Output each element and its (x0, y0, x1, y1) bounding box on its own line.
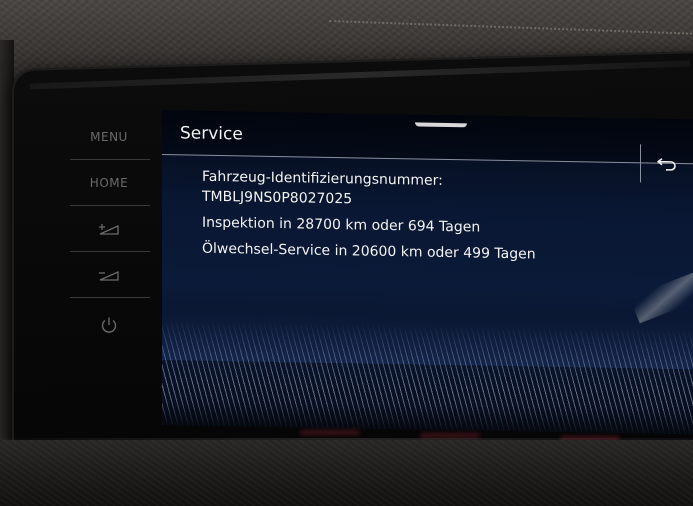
brightness-up-button[interactable] (66, 207, 152, 251)
menu-button[interactable]: MENU (66, 115, 152, 159)
button-divider (70, 159, 150, 160)
car-infotainment-scene: MENU HOME Service Fahrzeug-Identifizieru… (0, 0, 693, 506)
power-icon (101, 317, 117, 333)
brightness-up-icon (99, 224, 119, 235)
screen-header: Service (162, 110, 693, 165)
light-reflection (300, 430, 360, 435)
infotainment-screen: Service Fahrzeug-Identifizierungsnummer:… (162, 110, 693, 435)
menu-button-label: MENU (90, 130, 128, 144)
button-divider (70, 205, 150, 206)
dashboard-trim (0, 440, 693, 506)
screen-glare (629, 272, 693, 324)
home-button[interactable]: HOME (66, 161, 152, 205)
back-button[interactable] (640, 144, 693, 184)
pull-down-handle[interactable] (415, 122, 467, 128)
brightness-down-button[interactable] (66, 253, 152, 297)
home-button-label: HOME (89, 176, 129, 190)
leather-stitching (329, 0, 693, 35)
power-button[interactable] (66, 303, 152, 347)
button-divider (70, 297, 150, 298)
hardware-button-column: MENU HOME (66, 115, 152, 345)
button-divider (70, 251, 150, 252)
brightness-down-icon (99, 270, 119, 281)
service-info: Fahrzeug-Identifizierungsnummer: TMBLJ9N… (202, 167, 536, 265)
page-title: Service (180, 123, 243, 145)
back-arrow-icon (657, 158, 676, 171)
